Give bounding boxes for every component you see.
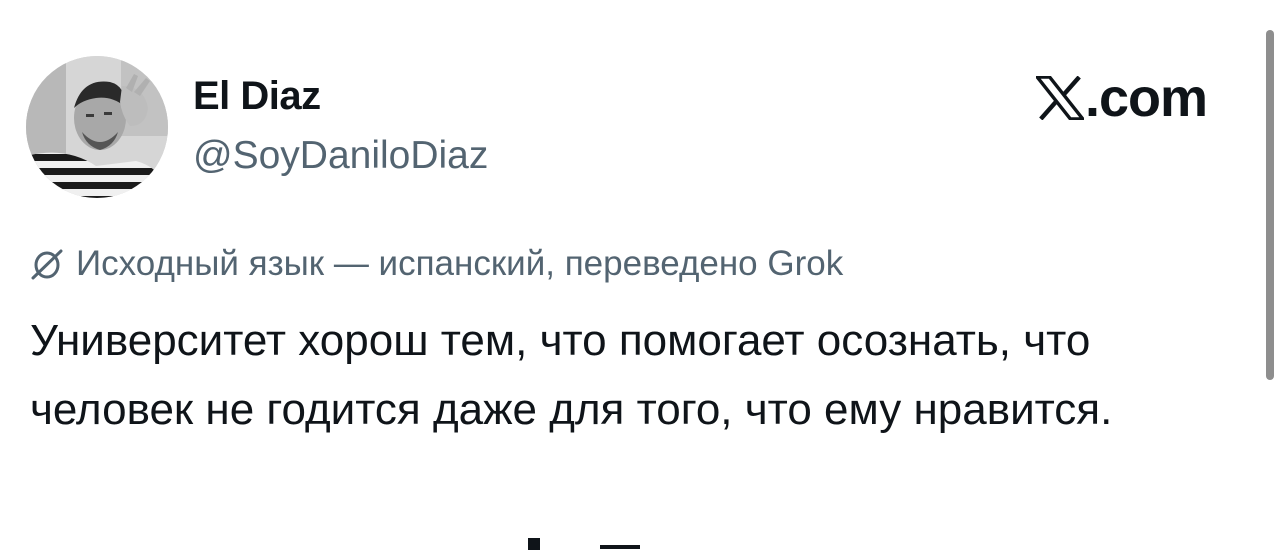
translation-note-text: Исходный язык — испанский, переведено Gr… xyxy=(76,244,844,283)
brand-logo: .com xyxy=(1036,68,1208,128)
brand-domain: .com xyxy=(1085,68,1208,128)
avatar[interactable] xyxy=(26,56,168,198)
cutoff-glyph xyxy=(600,545,640,549)
tweet-card: El Diaz @SoyDaniloDiaz .com Исходный язы… xyxy=(0,0,1284,550)
scrollbar[interactable] xyxy=(1266,30,1274,380)
scrollbar-thumb[interactable] xyxy=(1266,30,1274,380)
tweet-text: Университет хорош тем, что помогает осоз… xyxy=(30,316,1113,434)
translate-icon xyxy=(31,249,63,280)
avatar-photo-icon xyxy=(26,56,168,198)
author-name[interactable]: El Diaz xyxy=(193,70,321,122)
author-handle[interactable]: @SoyDaniloDiaz xyxy=(193,130,488,182)
x-logo-icon xyxy=(1036,76,1084,120)
translation-note[interactable]: Исходный язык — испанский, переведено Gr… xyxy=(30,240,843,288)
cutoff-glyph xyxy=(528,538,540,550)
